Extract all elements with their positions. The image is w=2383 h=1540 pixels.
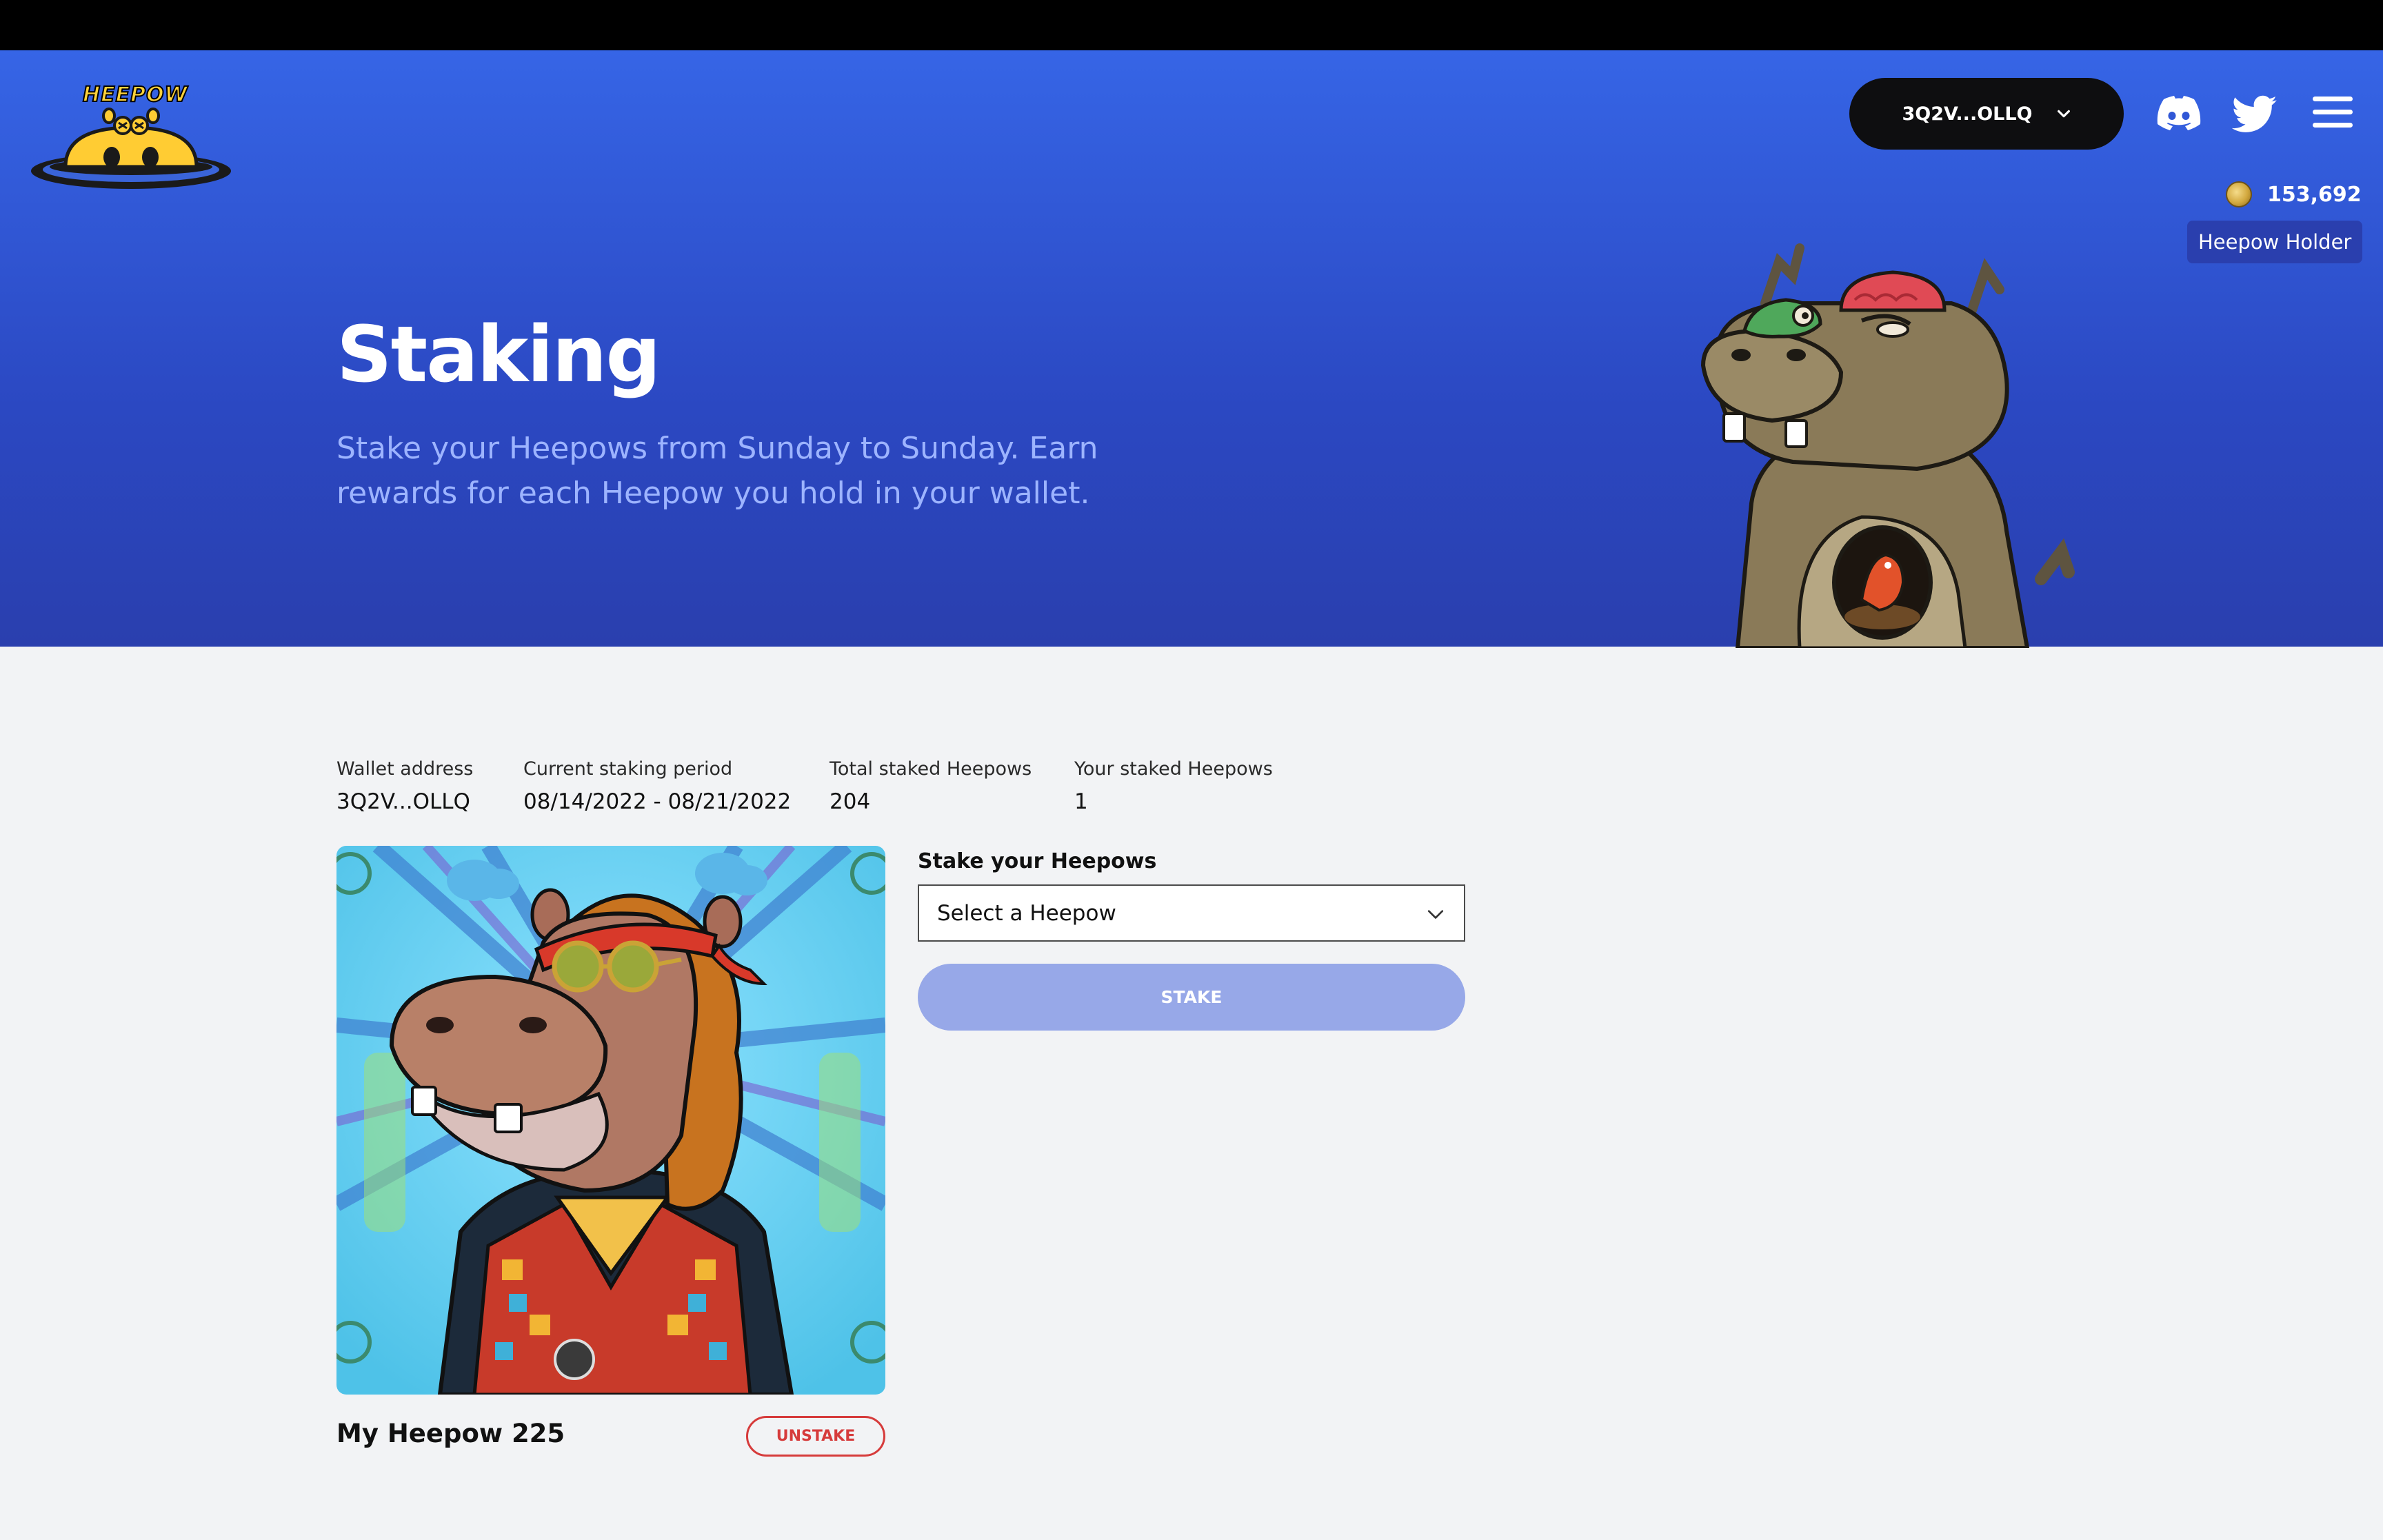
stat-label: Wallet address [336, 758, 474, 780]
menu-icon[interactable] [2313, 95, 2353, 130]
chevron-down-icon [2057, 110, 2070, 118]
stake-label: Stake your Heepows [918, 849, 1157, 873]
stat-your-staked: Your staked Heepows 1 [1074, 758, 1273, 814]
wallet-button-label: 3Q2V...OLLQ [1902, 103, 2033, 125]
holder-badge: Heepow Holder [2187, 221, 2363, 263]
stat-value: 204 [829, 789, 871, 814]
page-subtitle: Stake your Heepows from Sunday to Sunday… [336, 431, 1098, 511]
heepow-select[interactable]: Select a Heepow [918, 884, 1465, 942]
stat-value: 08/14/2022 - 08/21/2022 [523, 789, 792, 814]
logo-hippo-icon [31, 108, 231, 189]
browser-top-bar [0, 0, 2383, 50]
twitter-icon[interactable] [2232, 95, 2278, 134]
page-title: Staking [336, 310, 661, 400]
stake-button[interactable]: STAKE [918, 964, 1465, 1031]
stat-label: Your staked Heepows [1074, 758, 1273, 780]
wallet-button[interactable]: 3Q2V...OLLQ [1849, 78, 2124, 150]
balance-value: 153,692 [2267, 182, 2362, 207]
hero-hippo-illustration [1700, 243, 2075, 648]
stat-total-staked: Total staked Heepows 204 [829, 758, 1032, 814]
nft-name: My Heepow 225 [336, 1419, 565, 1448]
stat-wallet-address: Wallet address 3Q2V...OLLQ [336, 758, 473, 814]
discord-icon[interactable] [2157, 95, 2201, 132]
unstake-button[interactable]: UNSTAKE [746, 1416, 885, 1457]
stat-value: 1 [1074, 789, 1088, 814]
stat-label: Total staked Heepows [829, 758, 1032, 780]
heepow-logo[interactable]: HEEPOW [28, 82, 234, 196]
coin-icon [2226, 181, 2252, 207]
stat-label: Current staking period [523, 758, 733, 780]
select-value: Select a Heepow [937, 900, 1116, 926]
chevron-down-icon [1427, 910, 1444, 919]
nft-image [336, 846, 885, 1395]
token-balance: 153,692 [2226, 181, 2362, 208]
stat-value: 3Q2V...OLLQ [336, 789, 470, 814]
stat-staking-period: Current staking period 08/14/2022 - 08/2… [523, 758, 791, 814]
